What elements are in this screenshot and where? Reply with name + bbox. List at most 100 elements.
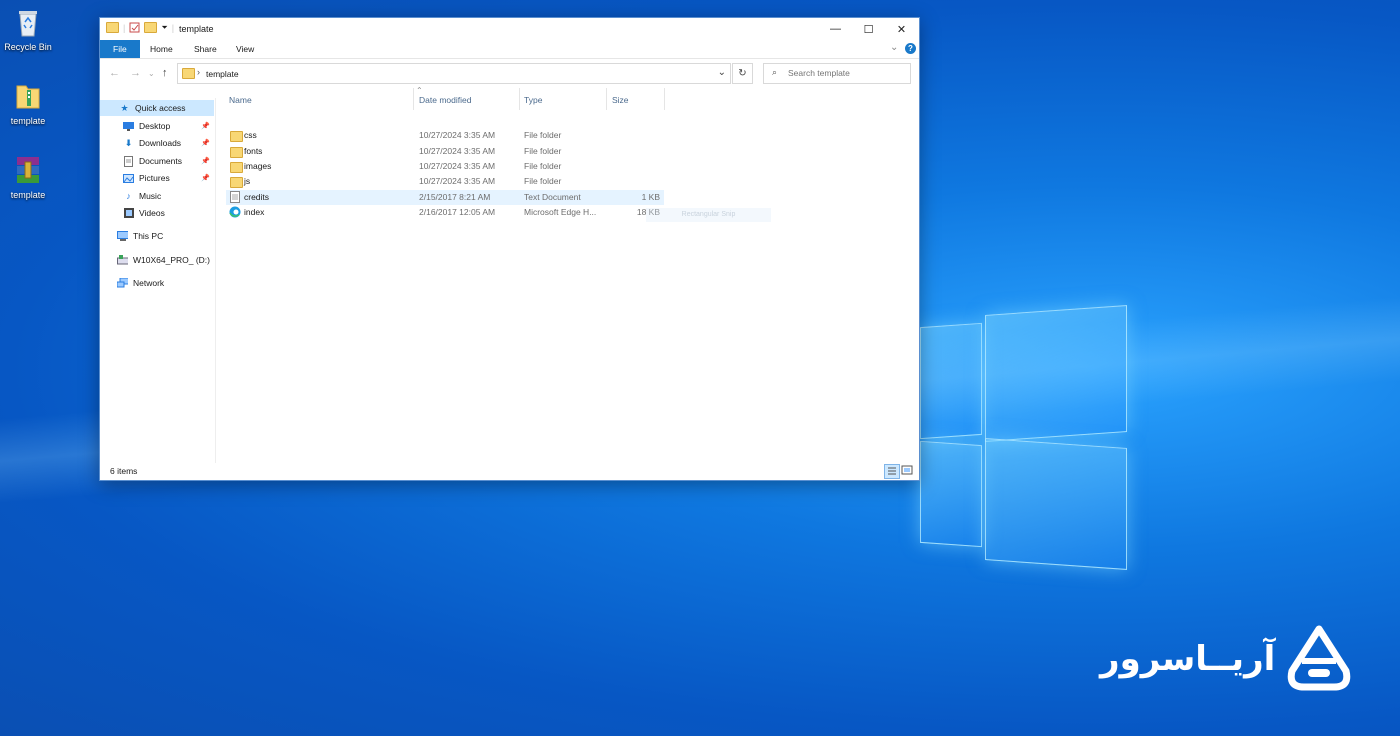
large-icons-view-icon <box>901 465 913 475</box>
details-view-icon <box>888 467 896 475</box>
nav-item-label: This PC <box>133 231 164 241</box>
desktop-icon-label: template <box>10 116 46 126</box>
tab-share[interactable]: Share <box>186 40 225 58</box>
window-title: template <box>179 24 214 34</box>
nav-item-label: Videos <box>139 208 165 218</box>
recycle-bin-icon <box>19 11 37 37</box>
folder-icon <box>230 131 243 142</box>
column-separator[interactable] <box>413 88 414 110</box>
column-separator[interactable] <box>606 88 607 110</box>
pin-icon[interactable]: 📌 <box>201 139 210 147</box>
tab-view[interactable]: View <box>228 40 262 58</box>
nav-item-videos[interactable]: Videos <box>100 205 214 221</box>
large-icons-view-button[interactable] <box>901 465 913 476</box>
pin-icon[interactable]: 📌 <box>201 174 210 182</box>
help-icon[interactable]: ? <box>905 43 916 54</box>
folder-icon <box>182 68 195 79</box>
file-list: ⌃ Name Date modified Type Size css 10/27… <box>216 86 918 466</box>
brand-logo-icon <box>1287 625 1351 691</box>
forward-button[interactable]: → <box>130 67 141 79</box>
nav-item-this-pc[interactable]: This PC <box>100 228 214 244</box>
edge-icon <box>229 206 241 220</box>
file-row[interactable]: js 10/27/2024 3:35 AM File folder <box>226 174 664 189</box>
minimize-button[interactable]: — <box>819 18 852 40</box>
file-row[interactable]: index 2/16/2017 12:05 AM Microsoft Edge … <box>226 205 664 220</box>
up-button[interactable]: ↑ <box>162 67 168 79</box>
column-separator[interactable] <box>664 88 665 110</box>
status-bar: 6 items <box>100 462 919 480</box>
search-box[interactable]: ⌕ <box>763 63 911 84</box>
desktop-icon-recycle-bin[interactable]: Recycle Bin <box>4 6 52 52</box>
file-type: File folder <box>524 146 562 156</box>
folder-zip-icon <box>16 85 40 109</box>
desktop-icon-template-zip[interactable]: template <box>4 80 52 126</box>
new-folder-icon[interactable] <box>144 22 158 33</box>
ribbon: File Home Share View ⌄ ? <box>100 40 919 59</box>
address-dropdown-icon[interactable]: ⌄ <box>718 67 726 78</box>
download-icon: ⬇ <box>124 137 133 148</box>
column-header-date-modified[interactable]: Date modified <box>419 92 471 108</box>
file-name: css <box>244 130 257 140</box>
drive-icon <box>117 255 128 265</box>
pin-icon[interactable]: 📌 <box>201 122 210 130</box>
desktop-icon-template-rar[interactable]: template <box>4 154 52 200</box>
nav-item-desktop[interactable]: Desktop 📌 <box>100 118 214 134</box>
file-row[interactable]: images 10/27/2024 3:35 AM File folder <box>226 159 664 174</box>
network-icon <box>117 278 128 288</box>
winrar-archive-icon <box>17 157 39 183</box>
tab-file[interactable]: File <box>100 40 140 58</box>
tab-home[interactable]: Home <box>142 40 181 58</box>
column-header-size[interactable]: Size <box>612 92 629 108</box>
refresh-button[interactable]: ↻ <box>732 63 753 84</box>
nav-item-network[interactable]: Network <box>100 275 214 291</box>
close-button[interactable]: ✕ <box>885 18 918 40</box>
file-row[interactable]: fonts 10/27/2024 3:35 AM File folder <box>226 144 664 159</box>
nav-item-drive-d[interactable]: W10X64_PRO_ (D:) <box>100 252 214 268</box>
file-name: credits <box>244 192 270 202</box>
title-bar[interactable]: | ⏷ | template — ☐ ✕ <box>100 18 919 40</box>
folder-icon <box>230 162 243 173</box>
file-date: 10/27/2024 3:35 AM <box>419 161 496 171</box>
quick-access-toolbar: | ⏷ | <box>106 22 174 33</box>
file-name: index <box>244 207 265 217</box>
breadcrumb-template[interactable]: template <box>206 69 239 79</box>
file-type: File folder <box>524 130 562 140</box>
file-name: js <box>244 176 251 186</box>
search-input[interactable] <box>786 67 908 79</box>
nav-item-downloads[interactable]: ⬇ Downloads 📌 <box>100 135 214 151</box>
column-separator[interactable] <box>519 88 520 110</box>
folder-icon <box>230 147 243 158</box>
recent-locations-button[interactable]: ⌄ <box>148 69 155 78</box>
desktop-icon-label: template <box>10 190 46 200</box>
desktop-icon <box>123 121 134 131</box>
nav-item-quick-access[interactable]: ★ Quick access <box>100 100 214 116</box>
expand-ribbon-icon[interactable]: ⌄ <box>890 42 898 53</box>
brand-watermark: آریــاسرور <box>1100 625 1360 695</box>
address-bar[interactable]: › template ⌄ <box>177 63 731 84</box>
file-row[interactable]: credits 2/15/2017 8:21 AM Text Document … <box>226 190 664 205</box>
column-header-name[interactable]: Name <box>229 92 252 108</box>
nav-item-label: Network <box>133 278 165 288</box>
properties-icon[interactable] <box>129 22 140 33</box>
pin-icon[interactable]: 📌 <box>201 157 210 165</box>
back-button[interactable]: ← <box>109 67 120 79</box>
customize-toolbar-icon[interactable]: ⏷ <box>161 23 167 33</box>
file-row[interactable]: css 10/27/2024 3:35 AM File folder <box>226 128 664 143</box>
text-document-icon <box>230 191 240 205</box>
folder-icon <box>230 177 243 188</box>
nav-item-label: Pictures <box>139 173 170 183</box>
file-date: 2/15/2017 8:21 AM <box>419 192 491 202</box>
column-header-type[interactable]: Type <box>524 92 542 108</box>
breadcrumb-separator: › <box>197 67 200 77</box>
file-date: 10/27/2024 3:35 AM <box>419 130 496 140</box>
nav-item-pictures[interactable]: Pictures 📌 <box>100 170 214 186</box>
file-name: fonts <box>244 146 263 156</box>
nav-item-label: Music <box>139 191 162 201</box>
file-date: 2/16/2017 12:05 AM <box>419 207 496 217</box>
nav-item-music[interactable]: ♪ Music <box>100 188 214 204</box>
file-type: File folder <box>524 161 562 171</box>
nav-item-documents[interactable]: Documents 📌 <box>100 153 214 169</box>
maximize-button[interactable]: ☐ <box>852 18 885 40</box>
details-view-button[interactable] <box>884 464 900 479</box>
videos-icon <box>123 208 134 218</box>
